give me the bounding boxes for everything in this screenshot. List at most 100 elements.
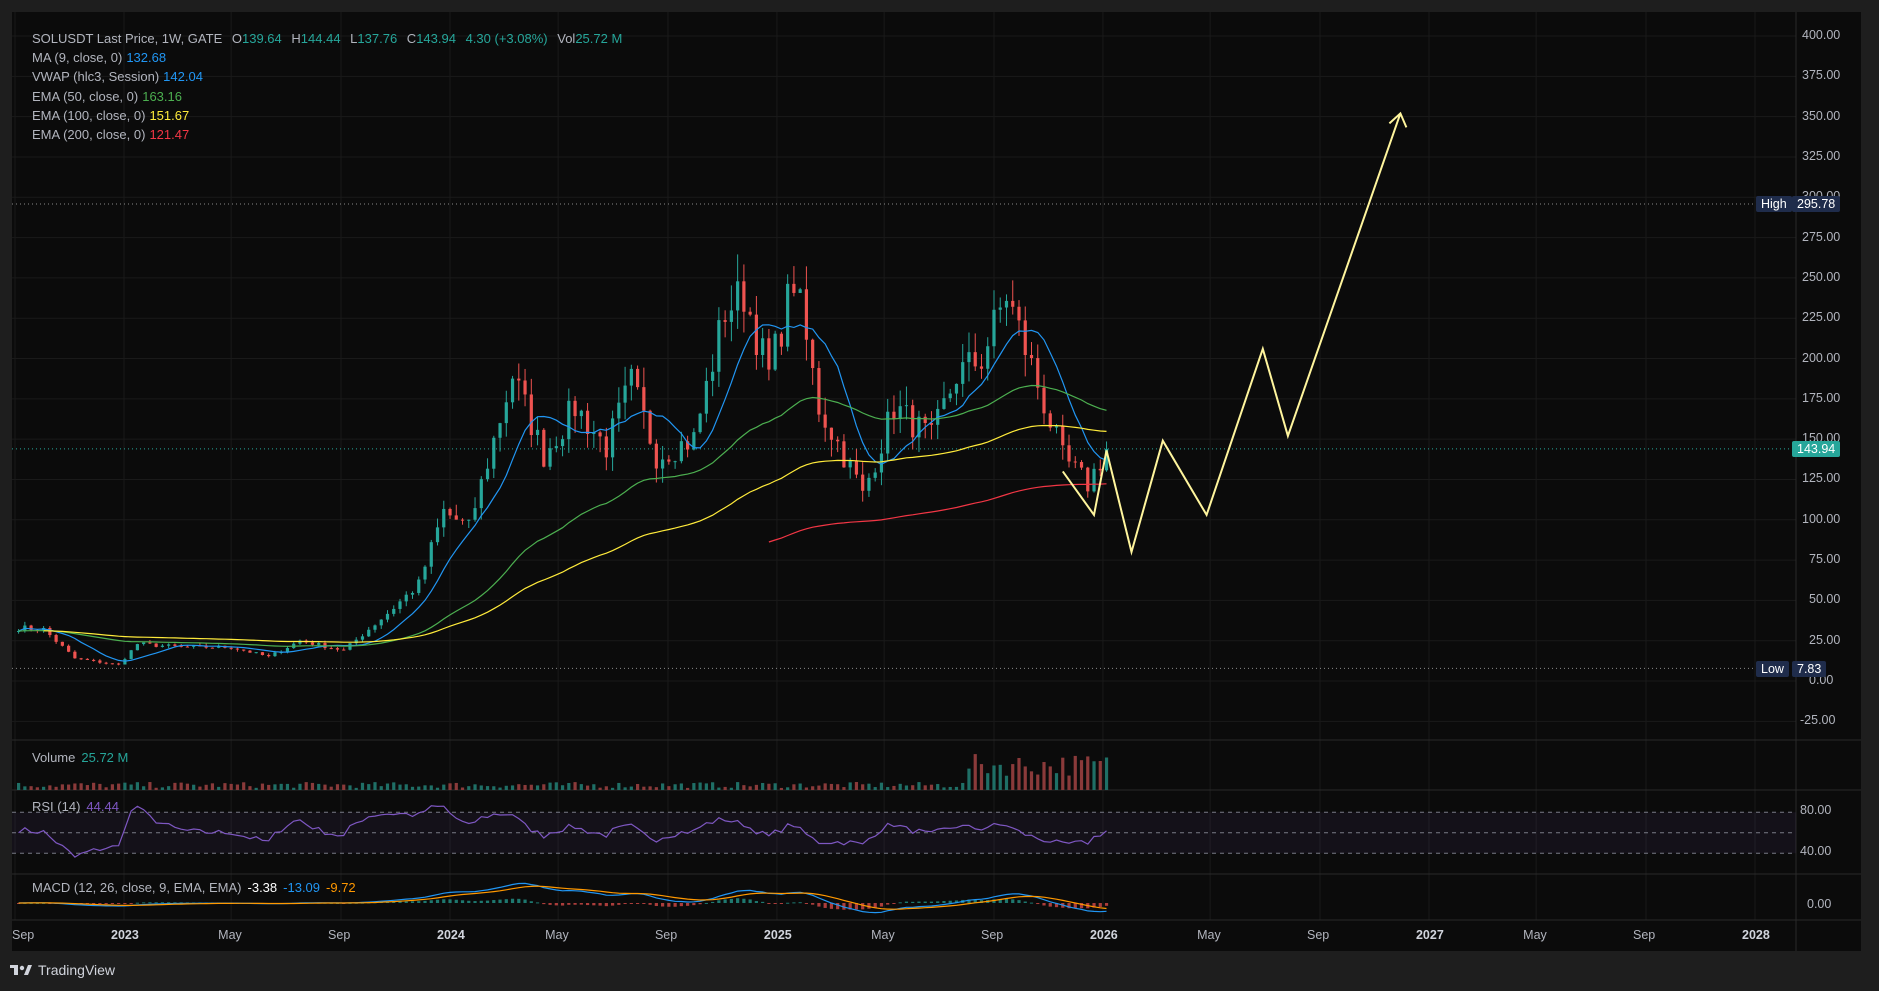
volume-bar (392, 782, 396, 790)
volume-bar (479, 785, 483, 790)
macd-pane-legend[interactable]: MACD (12, 26, close, 9, EMA, EMA) -3.38 -1… (32, 880, 356, 895)
candle-body (811, 339, 815, 369)
time-axis-tick: Sep (980, 928, 1004, 942)
candle-body (954, 383, 959, 394)
chart-frame[interactable]: SOLUSDT Last Price, 1W, GATE O139.64 H14… (12, 12, 1861, 951)
ohlc-high-value: 144.44 (300, 31, 341, 46)
candle-body (379, 619, 383, 626)
candle-body (385, 613, 390, 620)
candle-body (498, 423, 502, 438)
rsi-pane-legend[interactable]: RSI (14) 44.44 (32, 799, 119, 814)
volume-bar (304, 782, 308, 790)
indicator-vwap-value: 142.04 (163, 69, 203, 85)
macd-bar (598, 903, 602, 906)
candle-body (829, 427, 834, 440)
macd-bar (148, 902, 152, 904)
volume-bar (1042, 762, 1046, 790)
macd-bar (923, 901, 927, 903)
volume-bar (110, 784, 114, 790)
volume-bar (1048, 766, 1052, 790)
chart-canvas[interactable] (12, 12, 1861, 951)
candle-body (523, 380, 527, 395)
volume-bar (373, 782, 377, 790)
volume-bar (423, 785, 427, 790)
macd-bar (585, 903, 590, 906)
candle-body (1011, 300, 1015, 307)
candle-body (117, 663, 121, 665)
candle-body (535, 429, 540, 436)
price-axis-tick: 325.00 (1802, 148, 1841, 163)
indicator-ema100-value: 151.67 (149, 107, 190, 123)
candle-body (548, 448, 552, 467)
candle-body (1079, 462, 1084, 468)
volume-bar (467, 786, 471, 790)
indicator-ema200[interactable]: EMA (200, close, 0) 121.47 (32, 125, 622, 144)
high-marker: High (1756, 196, 1792, 212)
candle-body (404, 594, 408, 602)
macd-bar (623, 903, 627, 905)
volume-bars (17, 754, 1109, 790)
indicator-ema200-label: EMA (200, close, 0) (32, 127, 146, 143)
symbol-label[interactable]: SOLUSDT Last Price, 1W, GATE (32, 31, 222, 46)
candle-body (679, 441, 683, 462)
indicator-ema50[interactable]: EMA (50, close, 0) 163.16 (32, 87, 622, 106)
footer-brand[interactable]: TradingView (10, 962, 115, 978)
volume-bar (542, 784, 546, 790)
ohlc-close-key: C (406, 31, 417, 46)
price-axis-tick: 125.00 (1802, 471, 1841, 486)
macd-bar (492, 900, 496, 903)
macd-bar (573, 903, 577, 905)
volume-bar (485, 786, 490, 790)
macd-bar (898, 902, 902, 904)
volume-bar (1004, 775, 1009, 790)
volume-bar (235, 784, 240, 790)
ohlc-low-value: 137.76 (357, 31, 398, 46)
volume-bar (654, 787, 658, 790)
price-axis-tick: 400.00 (1802, 28, 1841, 42)
indicator-vwap-label: VWAP (hlc3, Session) (32, 69, 160, 85)
candle-body (717, 320, 721, 372)
volume-bar (698, 782, 702, 790)
macd-bar (548, 903, 552, 905)
volume-bar (260, 783, 265, 790)
candle-body (479, 479, 483, 509)
macd-bar (904, 901, 909, 903)
grid-lines (12, 12, 1796, 920)
candle-body (817, 368, 821, 415)
candle-body (529, 394, 533, 436)
macd-bar (442, 899, 446, 903)
volume-bar (861, 784, 865, 790)
volume-bar (661, 783, 665, 790)
macd-bar (135, 902, 139, 904)
indicator-vwap[interactable]: VWAP (hlc3, Session) 142.04 (32, 67, 622, 86)
macd-bar (98, 903, 102, 905)
candle-body (454, 515, 458, 520)
candle-body (704, 380, 708, 414)
macd-bar (635, 903, 640, 904)
candle-body (1023, 320, 1027, 356)
candle-body (1036, 358, 1040, 388)
volume-bar (92, 782, 96, 790)
volume-bar (279, 783, 283, 790)
candle-body (861, 474, 865, 491)
macd-bar (592, 903, 596, 906)
indicator-ema100[interactable]: EMA (100, close, 0) 151.67 (32, 106, 622, 125)
indicator-ma[interactable]: MA (9, close, 0) 132.68 (32, 48, 622, 67)
candle-body (654, 443, 658, 469)
macd-bar (629, 903, 633, 904)
macd-bar (711, 901, 715, 903)
volume-bar (648, 786, 652, 790)
volume-bar (1098, 760, 1102, 790)
volume-bar (879, 782, 884, 790)
macd-bar (948, 900, 952, 903)
candle-body (342, 649, 346, 651)
volume-bar (73, 783, 77, 790)
volume-pane-legend[interactable]: Volume 25.72 M (32, 750, 128, 765)
candle-body (904, 405, 909, 407)
volume-bar (254, 787, 258, 790)
volume-bar (667, 786, 671, 790)
price-axis-tick: 350.00 (1802, 108, 1841, 123)
price-axis-tick: 50.00 (1809, 592, 1841, 607)
volume-bar (417, 786, 421, 790)
candle-body (867, 477, 871, 491)
